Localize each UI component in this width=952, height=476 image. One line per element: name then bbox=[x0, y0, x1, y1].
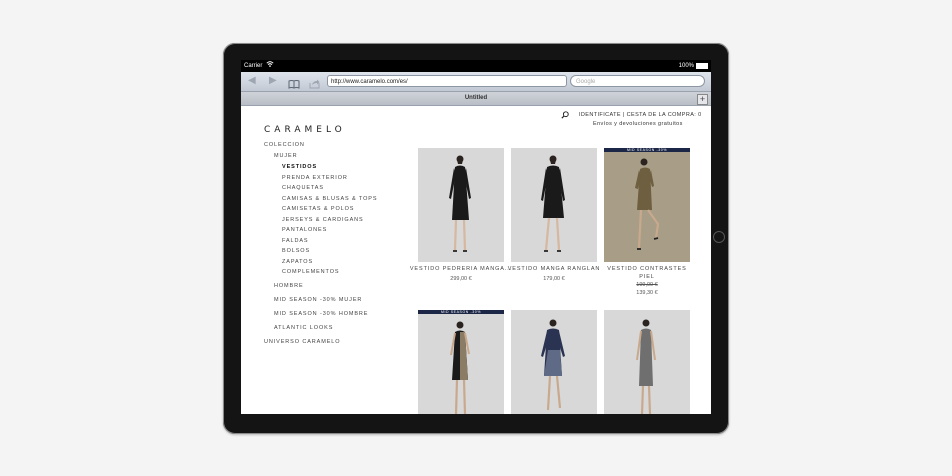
product-image-2[interactable] bbox=[511, 148, 597, 262]
product-name-3-line2[interactable]: PIEL bbox=[592, 274, 702, 280]
status-bar: Carrier 100% bbox=[241, 60, 711, 72]
product-old-price-3: 199,00 € bbox=[636, 282, 658, 288]
url-field[interactable]: http://www.caramelo.com/es/ bbox=[327, 75, 567, 87]
mid-season-banner: MID SEASON -30% bbox=[604, 148, 690, 152]
forward-arrow-icon[interactable]: ▶ bbox=[269, 75, 277, 87]
product-image-4[interactable]: MID SEASON -30% bbox=[418, 310, 504, 414]
web-page: CARAMELO IDENTIFICATE | CESTA DE LA COMP… bbox=[241, 106, 711, 414]
menu-faldas[interactable]: FALDAS bbox=[282, 238, 309, 244]
plus-icon[interactable]: + bbox=[697, 94, 708, 105]
battery-percent: 100% bbox=[678, 63, 694, 69]
menu-universo-caramelo[interactable]: UNIVERSO CARAMELO bbox=[264, 339, 340, 345]
site-logo[interactable]: CARAMELO bbox=[264, 125, 346, 135]
product-image-6[interactable] bbox=[604, 310, 690, 414]
menu-mid-season-mujer[interactable]: MID SEASON -30% MUJER bbox=[274, 297, 362, 303]
tab-title[interactable]: Untitled bbox=[241, 92, 711, 105]
menu-zapatos[interactable]: ZAPATOS bbox=[282, 259, 313, 265]
search-field[interactable]: Google bbox=[570, 75, 705, 87]
menu-mid-season-hombre[interactable]: MID SEASON -30% HOMBRE bbox=[274, 311, 368, 317]
tab-bar: Untitled + bbox=[241, 92, 711, 106]
menu-bolsos[interactable]: BOLSOS bbox=[282, 248, 310, 254]
product-price-2: 179,00 € bbox=[543, 276, 565, 282]
magnifier-icon[interactable] bbox=[561, 111, 569, 119]
menu-coleccion[interactable]: COLECCION bbox=[264, 142, 305, 148]
menu-pantalones[interactable]: PANTALONES bbox=[282, 227, 327, 233]
browser-toolbar: ◀ ▶ http://www.caramelo.com/es/ Google bbox=[241, 72, 711, 92]
menu-jerseys[interactable]: JERSEYS & CARDIGANS bbox=[282, 217, 364, 223]
account-cart-links[interactable]: IDENTIFICATE | CESTA DE LA COMPRA: 0 bbox=[579, 112, 702, 118]
home-button[interactable] bbox=[713, 231, 725, 243]
menu-vestidos[interactable]: VESTIDOS bbox=[282, 164, 317, 170]
battery-icon bbox=[696, 63, 708, 69]
product-price-1: 299,00 € bbox=[450, 276, 472, 282]
product-image-3[interactable]: MID SEASON -30% bbox=[604, 148, 690, 262]
menu-mujer[interactable]: MUJER bbox=[274, 153, 297, 159]
carrier-label: Carrier bbox=[244, 63, 263, 69]
back-arrow-icon[interactable]: ◀ bbox=[248, 75, 256, 87]
menu-chaquetas[interactable]: CHAQUETAS bbox=[282, 185, 324, 191]
menu-atlantic-looks[interactable]: ATLANTIC LOOKS bbox=[274, 325, 333, 331]
mid-season-banner: MID SEASON -30% bbox=[418, 310, 504, 314]
shipping-note: Envíos y devoluciones gratuitos bbox=[593, 121, 683, 127]
product-image-5[interactable] bbox=[511, 310, 597, 414]
product-image-1[interactable] bbox=[418, 148, 504, 262]
ipad-screen: Carrier 100% ◀ ▶ http://www.caramelo.com… bbox=[241, 60, 711, 414]
menu-hombre[interactable]: HOMBRE bbox=[274, 283, 304, 289]
menu-complementos[interactable]: COMPLEMENTOS bbox=[282, 269, 339, 275]
menu-camisas[interactable]: CAMISAS & BLUSAS & TOPS bbox=[282, 196, 377, 202]
product-price-3: 139,30 € bbox=[636, 290, 658, 296]
menu-prenda-exterior[interactable]: PRENDA EXTERIOR bbox=[282, 175, 348, 181]
product-name-3-line1[interactable]: VESTIDO CONTRASTES bbox=[592, 266, 702, 272]
menu-camisetas[interactable]: CAMISETAS & POLOS bbox=[282, 206, 354, 212]
